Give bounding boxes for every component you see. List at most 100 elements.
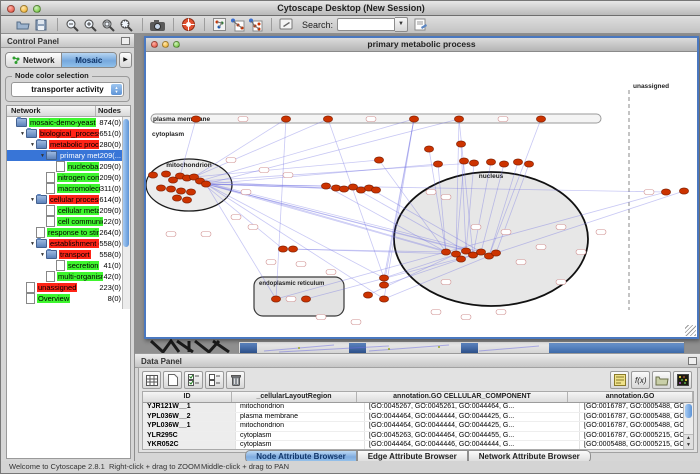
tree-row[interactable]: ▼metabolic process280(0) [7, 139, 123, 150]
tree-row[interactable]: Overview8(0) [7, 293, 123, 304]
graph-node[interactable] [176, 188, 185, 194]
delete-attribute-button[interactable] [226, 371, 245, 389]
tree-column-network[interactable]: Network [7, 106, 96, 116]
graph-node[interactable] [166, 186, 175, 192]
graph-node[interactable] [172, 195, 181, 201]
graph-node[interactable] [301, 296, 310, 302]
import-attributes-button[interactable] [652, 371, 671, 389]
graph-node[interactable] [156, 185, 165, 191]
view-settings-button[interactable] [211, 17, 227, 32]
tree-scrollbar-thumb[interactable] [123, 119, 129, 247]
graph-node[interactable] [491, 250, 500, 256]
select-attributes-button[interactable] [184, 371, 203, 389]
attribute-grid-button[interactable] [142, 371, 161, 389]
graph-node[interactable] [476, 249, 485, 255]
graph-node[interactable] [161, 171, 170, 177]
edit-network-2-button[interactable] [247, 17, 263, 32]
new-attribute-button[interactable] [163, 371, 182, 389]
graph-node[interactable] [321, 183, 330, 189]
background-window-sliver[interactable] [238, 341, 685, 353]
graph-node[interactable] [201, 181, 210, 187]
expand-arrow-icon[interactable]: ▼ [29, 197, 36, 203]
graph-node[interactable] [371, 187, 380, 193]
table-row[interactable]: YLR295Ccytoplasm[GO:0045263, GO:0044464,… [143, 432, 684, 442]
tree-row[interactable]: ▼transport558(0) [7, 249, 123, 260]
graph-node[interactable] [486, 159, 495, 165]
graph-node[interactable] [456, 141, 465, 147]
tree-scrollbar[interactable] [122, 117, 130, 309]
zoom-in-button[interactable] [82, 17, 98, 32]
search-dropdown-icon[interactable]: ▼ [395, 17, 408, 32]
data-panel-float-icon[interactable] [688, 357, 697, 365]
tree-row[interactable]: nucleobase-209(0) [7, 161, 123, 172]
graph-node[interactable] [148, 172, 157, 178]
table-scrollbar-thumb[interactable] [685, 404, 692, 418]
graph-edge[interactable] [206, 184, 384, 278]
graph-node[interactable] [433, 161, 442, 167]
help-button[interactable] [180, 17, 196, 32]
graph-node[interactable] [513, 159, 522, 165]
graph-node[interactable] [182, 197, 191, 203]
tree-column-nodes[interactable]: Nodes [96, 106, 130, 116]
expand-arrow-icon[interactable]: ▼ [29, 241, 36, 247]
graph-node[interactable] [271, 296, 280, 302]
zoom-selected-button[interactable] [118, 17, 134, 32]
table-scrollbar-arrows[interactable]: ▲▼ [684, 434, 693, 449]
graph-node[interactable] [499, 161, 508, 167]
zoom-out-button[interactable] [64, 17, 80, 32]
node-color-attribute-select[interactable]: transporter activity ▲▼ [11, 82, 124, 97]
graph-node[interactable] [459, 158, 468, 164]
open-button[interactable] [15, 17, 31, 32]
tree-row[interactable]: ▼primary metabo209(... [7, 150, 123, 161]
float-panel-icon[interactable] [121, 37, 130, 45]
graph-edge[interactable] [276, 119, 286, 299]
graph-node[interactable] [331, 185, 340, 191]
table-column-header[interactable]: _cellularLayoutRegion [232, 392, 357, 402]
graph-edge[interactable] [206, 119, 459, 184]
graph-node[interactable] [424, 146, 433, 152]
table-scrollbar[interactable]: ▲▼ [683, 403, 693, 449]
graph-node[interactable] [441, 249, 450, 255]
tree-row[interactable]: nitrogen compo209(0) [7, 172, 123, 183]
graph-node[interactable] [339, 186, 348, 192]
table-row[interactable]: YPL036W__1mitochondrion[GO:0044464, GO:0… [143, 422, 684, 432]
graph-node[interactable] [363, 292, 372, 298]
tree-row[interactable]: cellular metabo209(0) [7, 205, 123, 216]
graph-node[interactable] [191, 116, 200, 122]
network-graph-svg[interactable]: plasma membrane cytoplasm mitochondrion … [146, 52, 697, 337]
tree-row[interactable]: multi-organism pro42(0) [7, 271, 123, 282]
tree-row[interactable]: ▼biological_process651(0) [7, 128, 123, 139]
graph-node[interactable] [409, 116, 418, 122]
table-column-header[interactable]: ID [143, 392, 232, 402]
graph-edge[interactable] [328, 119, 384, 278]
graph-node[interactable] [288, 246, 297, 252]
graph-node[interactable] [661, 189, 670, 195]
zoom-fit-button[interactable] [100, 17, 116, 32]
snapshot-button[interactable] [149, 17, 165, 32]
edit-network-1-button[interactable] [229, 17, 245, 32]
graph-node[interactable] [454, 116, 463, 122]
table-column-header[interactable]: annotation.GO CELLULAR_COMPONENT [357, 392, 568, 402]
graph-node[interactable] [278, 246, 287, 252]
formula-builder-button[interactable]: f(x) [631, 371, 650, 389]
tab-mosaic[interactable]: Mosaic [62, 53, 117, 67]
tree-row[interactable]: mosaic-demo-yeast874(0) [7, 117, 123, 128]
frame-resize-grip[interactable] [685, 325, 696, 336]
network-canvas[interactable]: plasma membrane cytoplasm mitochondrion … [146, 52, 697, 337]
unselect-attributes-button[interactable] [205, 371, 224, 389]
expand-arrow-icon[interactable]: ▼ [19, 131, 26, 137]
graph-node[interactable] [379, 275, 388, 281]
graph-node[interactable] [469, 160, 478, 166]
tab-network[interactable]: Network [6, 53, 61, 67]
graph-node[interactable] [524, 161, 533, 167]
attribute-editor-button[interactable] [610, 371, 629, 389]
table-column-header[interactable]: annotation.GO MOLECULAR_FUNCTION [568, 392, 693, 402]
graph-node[interactable] [374, 157, 383, 163]
tree-row[interactable]: secretion41(0) [7, 260, 123, 271]
tree-row[interactable]: cell communicat22(0) [7, 216, 123, 227]
search-options-button[interactable] [412, 17, 428, 32]
graph-node[interactable] [456, 256, 465, 262]
search-input[interactable] [337, 18, 395, 31]
graph-node[interactable] [379, 296, 388, 302]
table-row[interactable]: YPL036W__2plasma membrane[GO:0044464, GO… [143, 413, 684, 423]
